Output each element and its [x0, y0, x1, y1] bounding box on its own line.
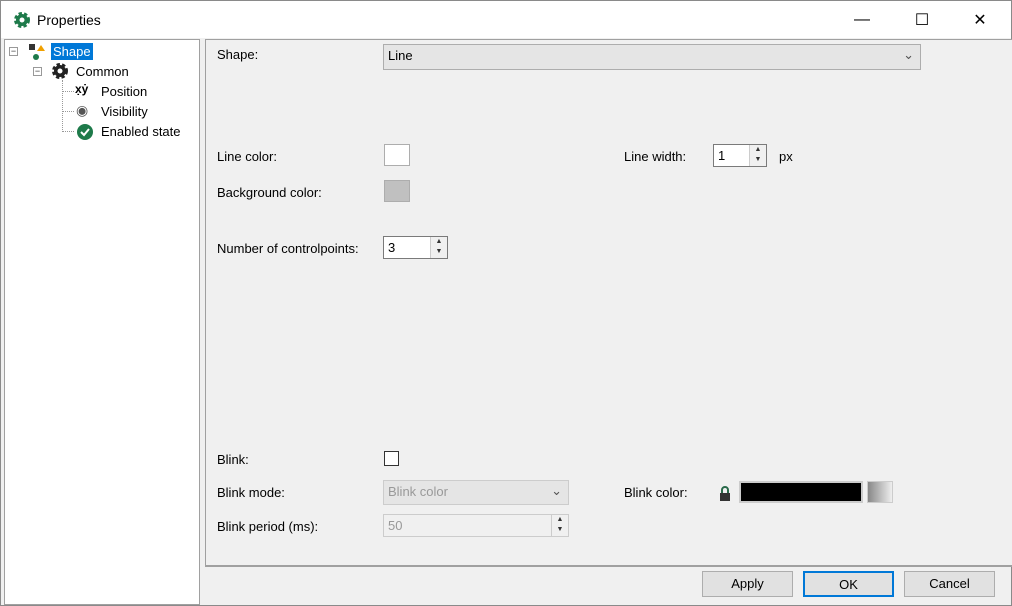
line-width-unit: px [779, 149, 793, 164]
line-width-stepper[interactable]: 1 ▲ ▼ [713, 144, 767, 167]
collapse-toggle[interactable]: − [33, 67, 42, 76]
controlpoints-label: Number of controlpoints: [217, 241, 359, 256]
blink-mode-select[interactable]: Blink color ⌄ [383, 480, 569, 505]
spin-buttons[interactable]: ▲ ▼ [430, 237, 447, 258]
blink-mode-label: Blink mode: [217, 485, 285, 500]
tree-item-enabled-state[interactable]: Enabled state [101, 124, 181, 139]
window-title: Properties [37, 12, 101, 28]
shape-value: Line [388, 48, 413, 63]
ok-button[interactable]: OK [803, 571, 894, 597]
properties-panel: Shape: Line ⌄ Line color: Background colo… [205, 39, 1012, 566]
check-circle-icon [77, 124, 93, 140]
minimize-button[interactable]: — [839, 1, 885, 38]
background-color-swatch[interactable] [384, 180, 410, 202]
maximize-button[interactable]: ☐ [899, 1, 945, 38]
tree-item-common[interactable]: Common [76, 64, 129, 79]
collapse-toggle[interactable]: − [9, 47, 18, 56]
line-color-swatch[interactable] [384, 144, 410, 166]
chevron-down-icon: ⌄ [903, 47, 914, 62]
chevron-down-icon: ⌄ [551, 483, 562, 498]
shape-select[interactable]: Line ⌄ [383, 44, 921, 70]
blink-color-label: Blink color: [624, 485, 688, 500]
shape-label: Shape: [217, 47, 259, 62]
gear-icon [14, 12, 30, 28]
controlpoints-stepper[interactable]: 3 ▲ ▼ [383, 236, 448, 259]
blink-period-label: Blink period (ms): [217, 519, 319, 534]
line-color-label: Line color: [217, 149, 277, 164]
background-color-label: Background color: [217, 185, 322, 200]
lock-icon [720, 486, 730, 501]
shape-icon [29, 44, 45, 60]
tree-item-position[interactable]: Position [101, 84, 147, 99]
property-tree: − Shape − Common x̣ẏ Position ◉ Visibili… [4, 39, 200, 605]
blink-period-value: 50 [388, 518, 403, 533]
blink-period-stepper[interactable]: 50 ▲ ▼ [383, 514, 569, 537]
line-width-label: Line width: [624, 149, 687, 164]
close-button[interactable]: ✕ [957, 1, 1003, 38]
xy-icon: x̣ẏ [75, 82, 89, 96]
spin-buttons[interactable]: ▲ ▼ [749, 145, 766, 166]
cancel-button[interactable]: Cancel [904, 571, 995, 597]
line-width-value: 1 [718, 148, 726, 163]
divider [205, 566, 1012, 567]
blink-checkbox[interactable] [384, 451, 399, 466]
eye-icon: ◉ [76, 102, 89, 118]
blink-label: Blink: [217, 452, 249, 467]
tree-item-visibility[interactable]: Visibility [101, 104, 148, 119]
blink-mode-value: Blink color [388, 484, 448, 499]
properties-dialog: Properties — ☐ ✕ − Shape − Common x̣ẏ Po… [0, 0, 1012, 606]
apply-button[interactable]: Apply [702, 571, 793, 597]
controlpoints-value: 3 [388, 240, 396, 255]
gradient-button[interactable] [867, 481, 893, 503]
gear-icon [52, 63, 68, 79]
title-bar: Properties — ☐ ✕ [1, 1, 1011, 38]
tree-item-shape[interactable]: Shape [51, 43, 93, 60]
spin-buttons[interactable]: ▲ ▼ [551, 515, 568, 536]
blink-color-swatch[interactable] [739, 481, 863, 503]
